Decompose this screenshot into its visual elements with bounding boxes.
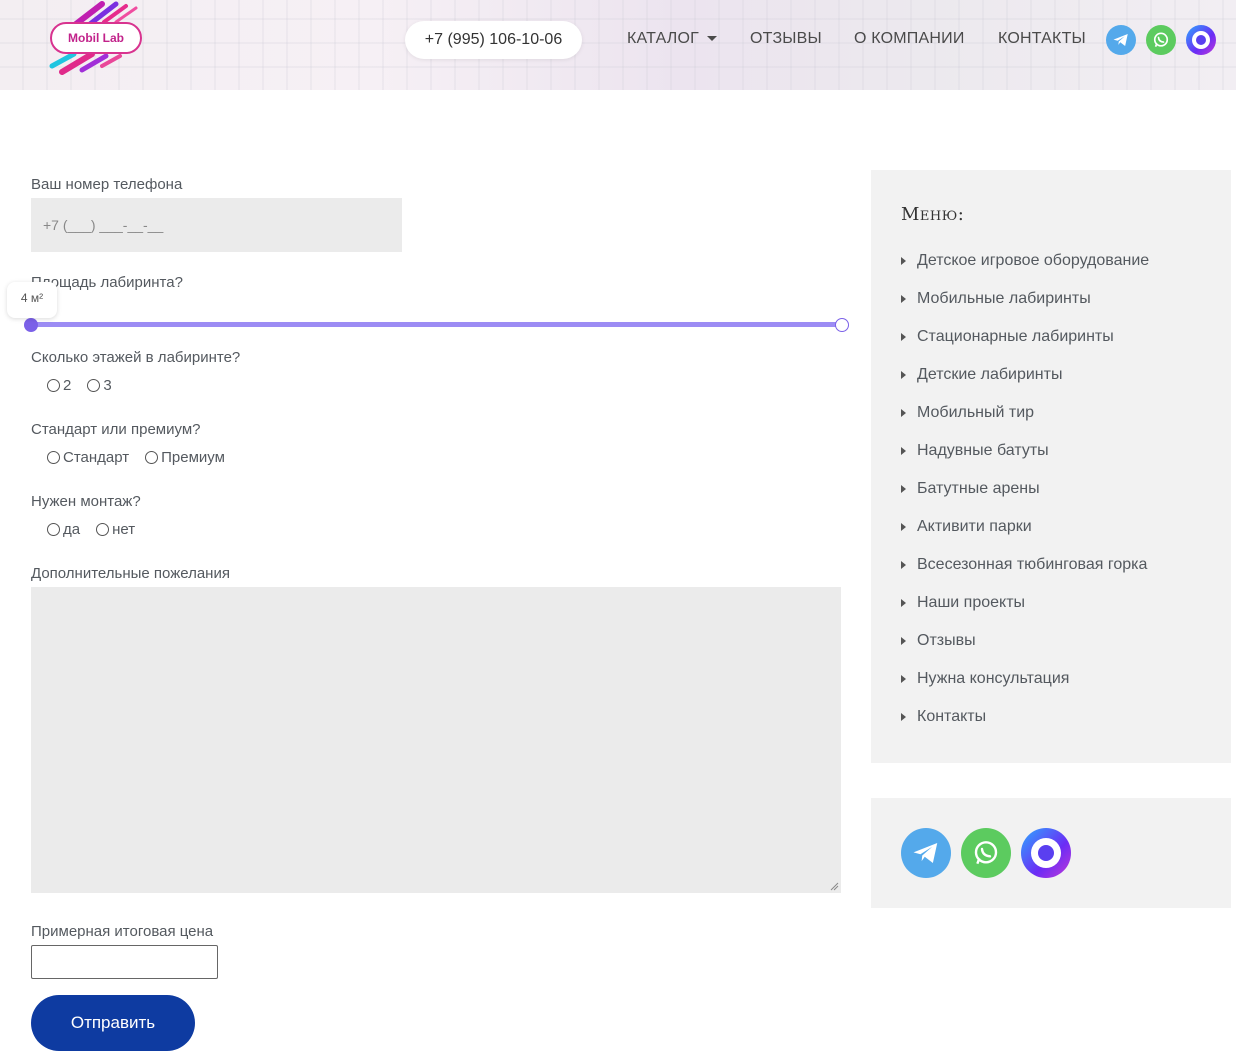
floors-option-3[interactable]: 3 [87, 377, 112, 394]
radio-button[interactable] [87, 379, 101, 392]
menu-item-label: Всесезонная тюбинговая горка [917, 556, 1148, 573]
radio-button[interactable] [47, 379, 60, 392]
max-messenger-icon[interactable] [1186, 25, 1216, 55]
telegram-icon[interactable] [901, 828, 951, 878]
radio-button[interactable] [47, 451, 60, 464]
triangle-right-icon [901, 257, 906, 265]
main-nav: КАТАЛОГ ОТЗЫВЫ О КОМПАНИИ КОНТАКТЫ [0, 30, 1236, 52]
triangle-right-icon [901, 713, 906, 721]
price-label: Примерная итоговая цена [31, 923, 214, 940]
menu-item-label: Отзывы [917, 632, 976, 649]
whatsapp-icon[interactable] [1146, 25, 1176, 55]
menu-item-label: Мобильный тир [917, 404, 1035, 421]
menu-item[interactable]: Надувные батуты [901, 442, 1149, 480]
tier-radio-group: Стандарт Премиум [47, 449, 225, 466]
area-slider-max-handle[interactable] [835, 318, 849, 332]
floors-label: Сколько этажей в лабиринте? [31, 349, 241, 366]
nav-catalog[interactable]: КАТАЛОГ [627, 30, 718, 48]
radio-button[interactable] [96, 523, 110, 536]
radio-button[interactable] [47, 523, 60, 536]
menu-item[interactable]: Отзывы [901, 632, 1149, 670]
floors-radio-group: 2 3 [47, 377, 112, 394]
menu-item[interactable]: Детское игровое оборудование [901, 252, 1149, 290]
site-header: Mobil Lab +7 (995) 106-10-06 КАТАЛОГ ОТЗ… [0, 0, 1236, 90]
menu-item[interactable]: Стационарные лабиринты [901, 328, 1149, 366]
install-option-yes[interactable]: да [47, 521, 80, 538]
triangle-right-icon [901, 485, 906, 493]
menu-item[interactable]: Активити парки [901, 518, 1149, 556]
tier-option-premium[interactable]: Премиум [145, 449, 225, 466]
telegram-icon[interactable] [1106, 25, 1136, 55]
area-slider-tooltip: 4 м² [7, 282, 57, 318]
install-label: Нужен монтаж? [31, 493, 141, 510]
wishes-label: Дополнительные пожелания [31, 565, 230, 582]
menu-list: Детское игровое оборудование Мобильные л… [901, 252, 1149, 746]
triangle-right-icon [901, 523, 906, 531]
caret-down-icon [707, 36, 718, 42]
menu-item-label: Детские лабиринты [917, 366, 1063, 383]
price-input[interactable] [31, 945, 218, 979]
install-option-no[interactable]: нет [96, 521, 135, 538]
menu-title: Меню: [901, 204, 965, 225]
sidebar-menu: Меню: Детское игровое оборудование Мобил… [871, 170, 1231, 763]
menu-item-label: Батутные арены [917, 480, 1040, 497]
tier-option-standard[interactable]: Стандарт [47, 449, 129, 466]
sidebar-social [871, 798, 1231, 908]
resize-grip-icon[interactable] [830, 882, 839, 891]
triangle-right-icon [901, 333, 906, 341]
menu-item-label: Нужна консультация [917, 670, 1070, 687]
menu-item[interactable]: Нужна консультация [901, 670, 1149, 708]
menu-item[interactable]: Мобильный тир [901, 404, 1149, 442]
nav-about[interactable]: О КОМПАНИИ [854, 30, 965, 48]
radio-label: 2 [63, 377, 72, 394]
menu-item[interactable]: Батутные арены [901, 480, 1149, 518]
triangle-right-icon [901, 637, 906, 645]
menu-item-label: Детское игровое оборудование [917, 252, 1150, 269]
radio-button[interactable] [145, 451, 159, 464]
phone-input[interactable]: +7 (___) ___-__-__ [31, 198, 402, 252]
nav-catalog-label: КАТАЛОГ [627, 30, 700, 47]
phone-placeholder: +7 (___) ___-__-__ [43, 217, 164, 233]
wishes-textarea[interactable] [31, 587, 841, 893]
radio-label: да [63, 521, 81, 538]
tier-label: Стандарт или премиум? [31, 421, 201, 438]
menu-item[interactable]: Контакты [901, 708, 1149, 746]
radio-label: нет [112, 521, 136, 538]
max-messenger-icon[interactable] [1021, 828, 1071, 878]
nav-reviews[interactable]: ОТЗЫВЫ [750, 30, 822, 48]
submit-button[interactable]: Отправить [31, 995, 195, 1051]
menu-item-label: Надувные батуты [917, 442, 1049, 459]
menu-item-label: Контакты [917, 708, 987, 725]
nav-contacts[interactable]: КОНТАКТЫ [998, 30, 1086, 48]
triangle-right-icon [901, 295, 906, 303]
triangle-right-icon [901, 409, 906, 417]
radio-label: 3 [103, 377, 112, 394]
menu-item[interactable]: Всесезонная тюбинговая горка [901, 556, 1149, 594]
triangle-right-icon [901, 675, 906, 683]
install-radio-group: да нет [47, 521, 135, 538]
triangle-right-icon [901, 447, 906, 455]
menu-item-label: Активити парки [917, 518, 1032, 535]
phone-label: Ваш номер телефона [31, 176, 183, 193]
menu-item[interactable]: Детские лабиринты [901, 366, 1149, 404]
menu-item-label: Стационарные лабиринты [917, 328, 1114, 345]
menu-item-label: Мобильные лабиринты [917, 290, 1091, 307]
area-slider-handle[interactable] [24, 318, 38, 332]
menu-item[interactable]: Мобильные лабиринты [901, 290, 1149, 328]
triangle-right-icon [901, 561, 906, 569]
menu-item-label: Наши проекты [917, 594, 1026, 611]
radio-label: Премиум [161, 449, 225, 466]
menu-item[interactable]: Наши проекты [901, 594, 1149, 632]
triangle-right-icon [901, 599, 906, 607]
area-slider-track[interactable] [31, 322, 842, 327]
floors-option-2[interactable]: 2 [47, 377, 71, 394]
whatsapp-icon[interactable] [961, 828, 1011, 878]
radio-label: Стандарт [63, 449, 130, 466]
triangle-right-icon [901, 371, 906, 379]
